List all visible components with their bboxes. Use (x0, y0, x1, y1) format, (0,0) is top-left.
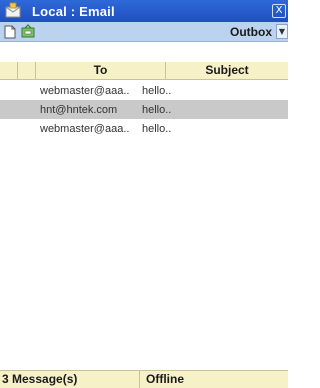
title-bar: Local : Email X (0, 0, 288, 22)
toolbar: Outbox ▼ (0, 22, 288, 42)
column-header-flag[interactable] (0, 62, 18, 79)
row-to: webmaster@aaa.. (40, 84, 130, 97)
table-row[interactable]: webmaster@aaa.. hello.. (0, 81, 288, 100)
message-count: 3 Message(s) (0, 371, 140, 388)
close-button[interactable]: X (272, 4, 286, 18)
mail-app-icon (2, 0, 24, 22)
row-subject: hello.. (142, 122, 172, 135)
table-row[interactable]: webmaster@aaa.. hello.. (0, 119, 288, 138)
window-title: Local : Email (32, 3, 115, 19)
send-receive-icon[interactable] (20, 24, 36, 40)
message-list-header: To Subject (0, 62, 288, 80)
row-to: hnt@hntek.com (40, 103, 118, 116)
column-header-subject[interactable]: Subject (166, 62, 288, 79)
folder-select[interactable]: Outbox ▼ (230, 23, 288, 40)
new-message-icon[interactable] (2, 24, 18, 40)
message-list: webmaster@aaa.. hello.. hnt@hntek.com he… (0, 81, 288, 138)
folder-select-value: Outbox (230, 24, 272, 39)
row-subject: hello.. (142, 103, 172, 116)
row-to: webmaster@aaa.. (40, 122, 130, 135)
column-header-to[interactable]: To (36, 62, 166, 79)
table-row[interactable]: hnt@hntek.com hello.. (0, 100, 288, 119)
chevron-down-icon[interactable]: ▼ (276, 24, 288, 39)
row-subject: hello.. (142, 84, 172, 97)
column-header-attachment[interactable] (18, 62, 36, 79)
status-bar: 3 Message(s) Offline (0, 370, 288, 388)
connection-status: Offline (146, 372, 184, 386)
